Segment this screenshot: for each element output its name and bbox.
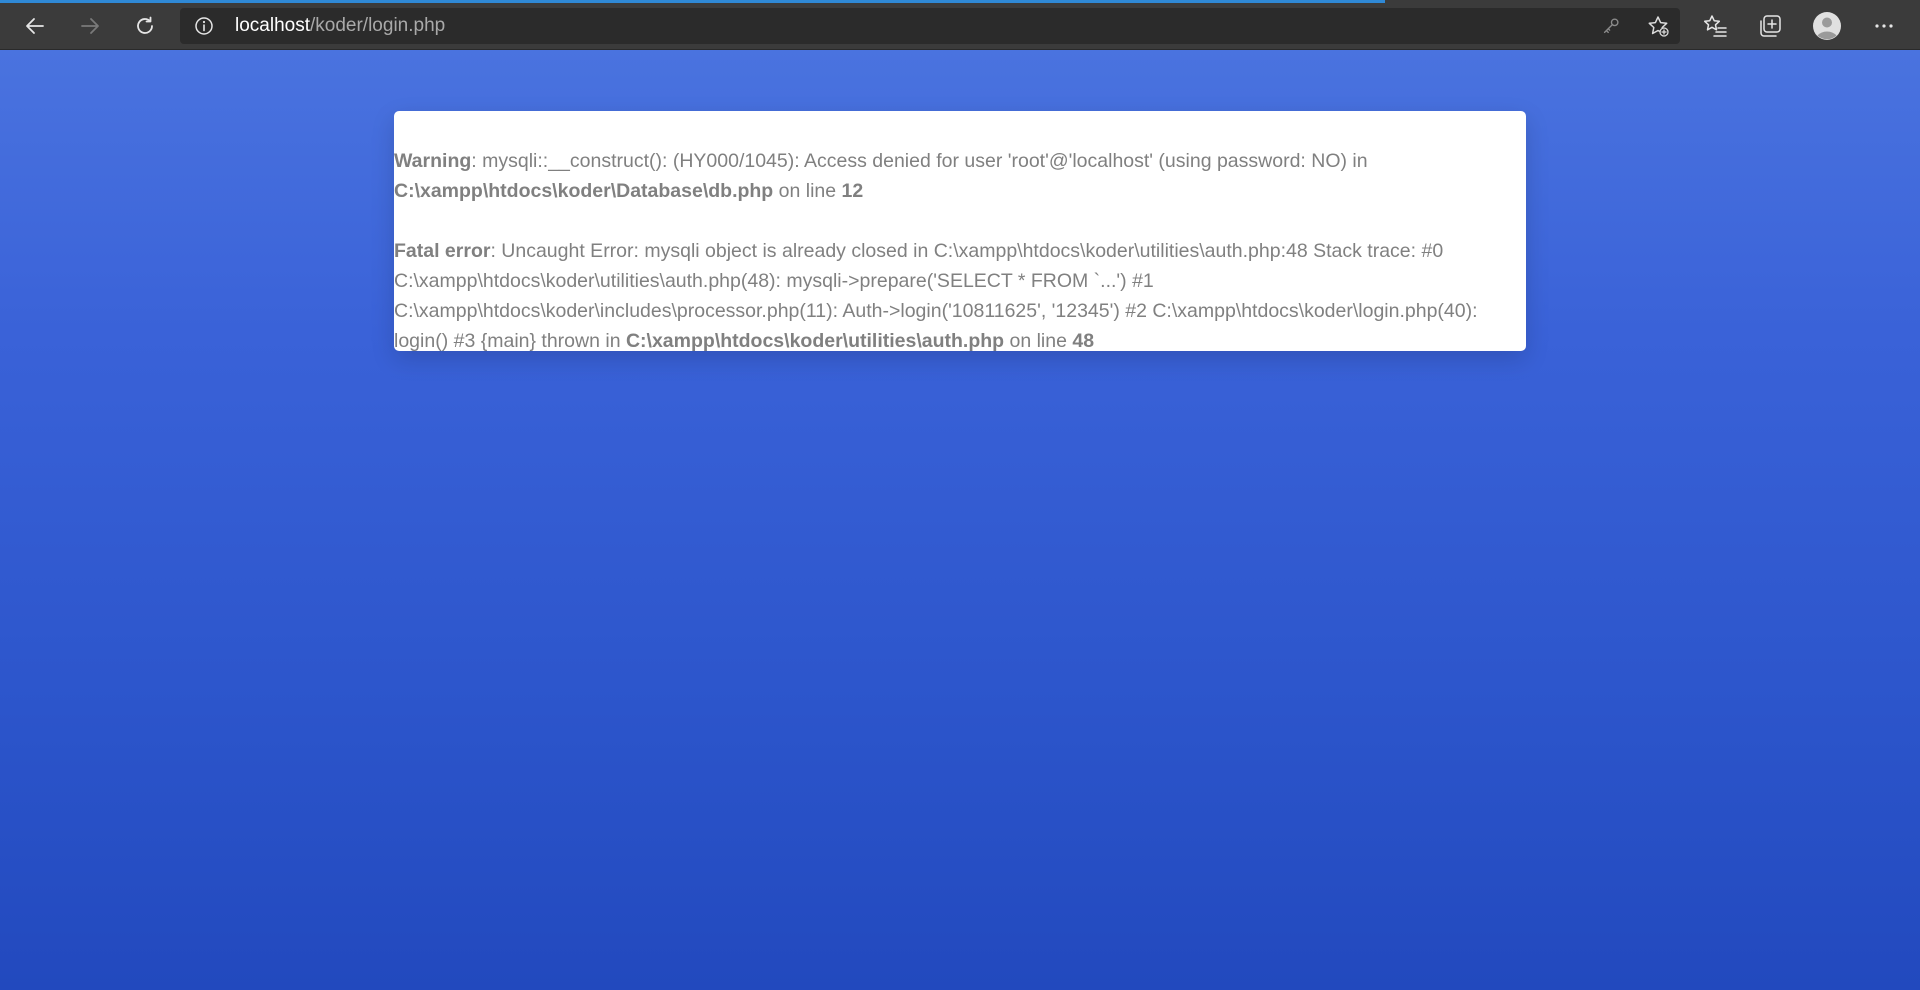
fatal-error-line-number: 48 xyxy=(1072,330,1095,352)
info-icon[interactable] xyxy=(194,16,214,36)
fatal-error-label: Fatal error xyxy=(394,240,491,262)
star-add-icon[interactable] xyxy=(1646,14,1670,38)
url-path: /koder/login.php xyxy=(310,15,446,36)
fatal-error-file: C:\xampp\htdocs\koder\utilities\auth.php xyxy=(625,330,1005,352)
fatal-error-on-line: on line xyxy=(1004,330,1073,352)
profile-avatar-icon xyxy=(1813,12,1841,40)
refresh-icon xyxy=(137,16,153,34)
fatal-error-message: Fatal error: Uncaught Error: mysqli obje… xyxy=(394,236,1526,356)
collections-icon xyxy=(1760,15,1781,37)
browser-toolbar: localhost/koder/login.php xyxy=(0,0,1920,50)
page-content: Warning: mysqli::__construct(): (HY000/1… xyxy=(0,50,1920,990)
more-menu-icon xyxy=(1875,24,1893,28)
warning-file: C:\xampp\htdocs\koder\Database\db.php xyxy=(394,180,774,202)
warning-line-number: 12 xyxy=(841,180,864,202)
back-button[interactable] xyxy=(17,8,53,44)
forward-arrow-icon xyxy=(81,18,99,34)
warning-text: : mysqli::__construct(): (HY000/1045): A… xyxy=(471,150,1368,172)
error-card: Warning: mysqli::__construct(): (HY000/1… xyxy=(394,111,1526,352)
refresh-button[interactable] xyxy=(127,8,163,44)
favorites-list-icon xyxy=(1703,15,1727,37)
address-bar[interactable]: localhost/koder/login.php xyxy=(180,8,1680,44)
profile-button[interactable] xyxy=(1809,8,1845,44)
url-host: localhost xyxy=(235,15,310,36)
warning-on-line: on line xyxy=(773,180,842,202)
warning-label: Warning xyxy=(394,150,472,172)
error-spacer xyxy=(394,206,1526,236)
key-icon[interactable] xyxy=(1600,15,1622,37)
back-arrow-icon xyxy=(26,18,44,34)
favorites-button[interactable] xyxy=(1697,8,1733,44)
settings-more-button[interactable] xyxy=(1866,8,1902,44)
warning-message: Warning: mysqli::__construct(): (HY000/1… xyxy=(394,146,1526,206)
url-text[interactable]: localhost/koder/login.php xyxy=(235,16,445,36)
page-load-progress-bar xyxy=(0,0,1385,3)
collections-button[interactable] xyxy=(1752,8,1788,44)
forward-button[interactable] xyxy=(72,8,108,44)
